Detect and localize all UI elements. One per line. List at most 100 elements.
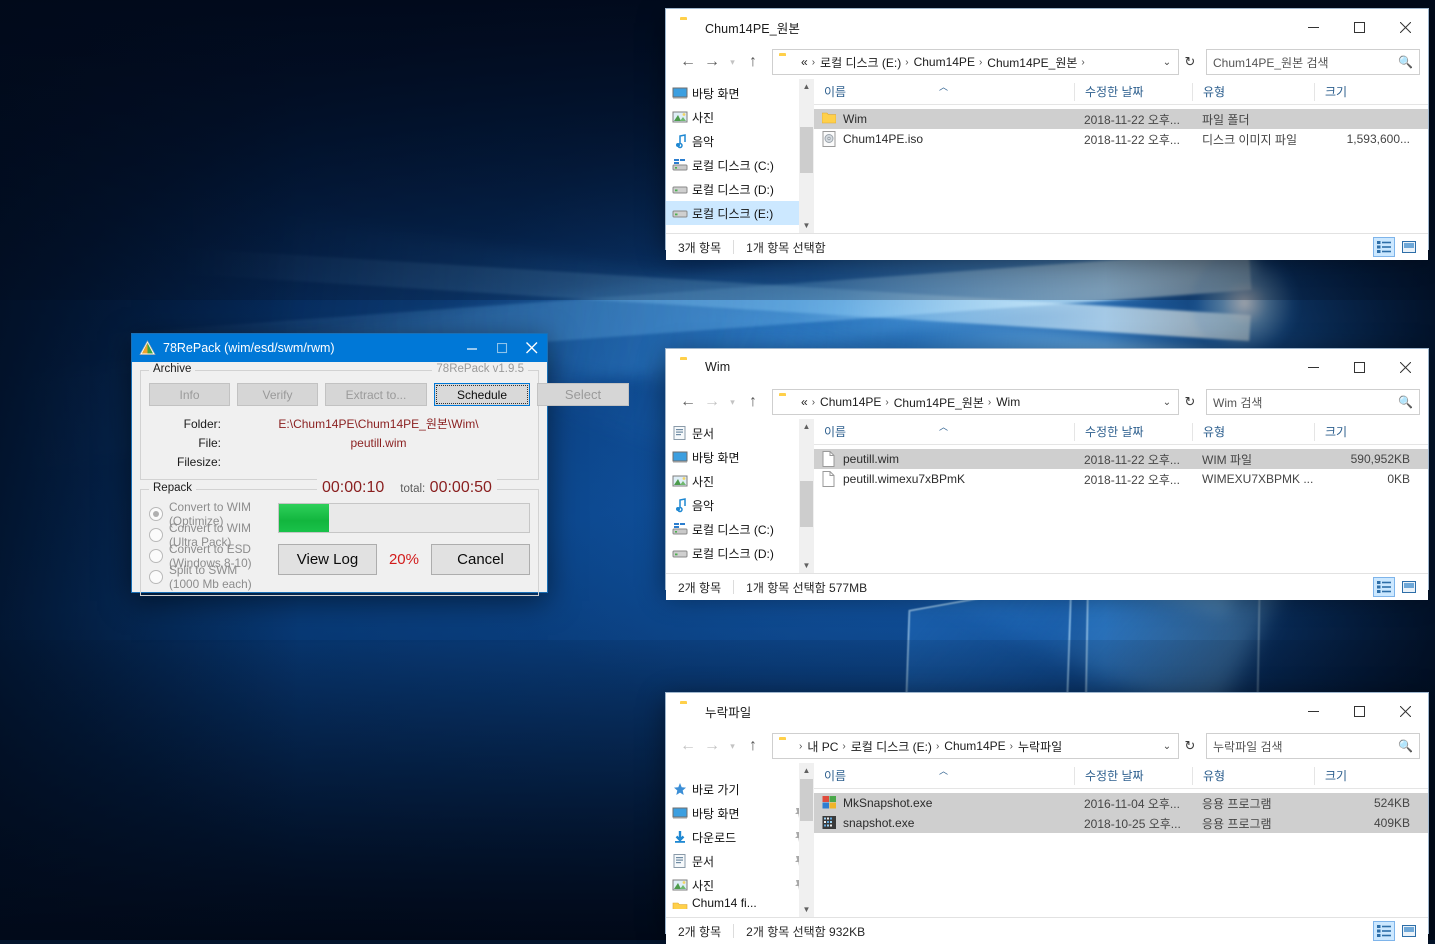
chevron-down-icon[interactable]: ▾ [724, 390, 741, 414]
search-box[interactable]: 누락파일 검색 🔍 [1206, 733, 1420, 759]
scrollbar-thumb[interactable] [800, 481, 813, 527]
search-input[interactable]: Wim 검색 [1213, 394, 1398, 411]
forward-arrow-icon[interactable]: → [700, 50, 724, 74]
navigation-pane[interactable]: 바로 가기 바탕 화면 다운로드 문서 사진 Chum14 fi... ▲ ▼ [666, 763, 814, 917]
sidebar-item-chum14[interactable]: Chum14 fi... [666, 897, 814, 909]
file-list-pane[interactable]: 이름 수정한 날짜 유형 크기 ︿ peutill.wim 2018-11-22… [814, 419, 1428, 573]
column-header-size[interactable]: 크기 [1314, 422, 1424, 441]
sidebar-item-바탕-화면[interactable]: 바탕 화면 [666, 801, 814, 825]
info-button[interactable]: Info [149, 383, 230, 406]
navigation-pane[interactable]: 문서 바탕 화면 사진 음악 로컬 디스크 (C:) 로컬 디스크 (D:) ▲… [666, 419, 814, 573]
sidebar-item-바로-가기[interactable]: 바로 가기 [666, 777, 814, 801]
refresh-icon[interactable]: ↻ [1179, 54, 1201, 70]
radio-indicator[interactable] [149, 569, 163, 584]
minimize-button[interactable] [1290, 693, 1336, 729]
refresh-icon[interactable]: ↻ [1179, 738, 1201, 754]
table-row[interactable]: peutill.wimexu7xBPmK 2018-11-22 오후... WI… [814, 469, 1428, 489]
breadcrumb-item[interactable]: Chum14PE [941, 739, 1008, 753]
refresh-icon[interactable]: ↻ [1179, 394, 1201, 410]
78repack-dialog[interactable]: 78RePack (wim/esd/swm/rwm) Archive 78ReP… [131, 333, 629, 596]
file-list-pane[interactable]: 이름 수정한 날짜 유형 크기 ︿ Wim 2018-11-22 오후... 파… [814, 79, 1428, 233]
scrollbar-thumb[interactable] [800, 127, 813, 173]
scroll-down-icon[interactable]: ▼ [799, 218, 814, 233]
scroll-up-icon[interactable]: ▲ [799, 79, 814, 94]
large-icons-view-icon[interactable] [1398, 577, 1420, 597]
breadcrumb-item[interactable]: 로컬 디스크 (E:) [848, 738, 935, 755]
breadcrumb-item[interactable]: 누락파일 [1015, 738, 1065, 755]
column-header-type[interactable]: 유형 [1192, 422, 1314, 441]
dialog-title-bar[interactable]: 78RePack (wim/esd/swm/rwm) [132, 334, 547, 362]
sidebar-item-음악[interactable]: 음악 [666, 129, 814, 153]
breadcrumb-item[interactable]: Chum14PE [817, 395, 884, 409]
maximize-button[interactable] [1336, 9, 1382, 45]
back-arrow-icon[interactable]: ← [676, 50, 700, 74]
select-button[interactable]: Select [537, 383, 629, 406]
back-arrow-icon[interactable]: ← [676, 390, 700, 414]
sidebar-scrollbar[interactable]: ▲ ▼ [799, 763, 814, 917]
search-icon[interactable]: 🔍 [1398, 395, 1413, 409]
table-row[interactable]: Chum14PE.iso 2018-11-22 오후... 디스크 이미지 파일… [814, 129, 1428, 149]
sidebar-item-바탕-화면[interactable]: 바탕 화면 [666, 445, 814, 469]
scrollbar-thumb[interactable] [800, 779, 813, 821]
explorer-window-누락파일[interactable]: 누락파일 ← → ▾ ↑ › 내 PC › 로컬 디스크 (E:) › Chum… [665, 692, 1429, 944]
sidebar-item-로컬-디스크-c[interactable]: 로컬 디스크 (C:) [666, 517, 814, 541]
back-arrow-icon[interactable]: ← [676, 734, 700, 758]
close-button[interactable] [1382, 693, 1428, 729]
breadcrumb-item[interactable]: 내 PC [804, 738, 841, 755]
address-bar[interactable]: › 내 PC › 로컬 디스크 (E:) › Chum14PE › 누락파일 ⌄ [772, 733, 1179, 759]
extract-to-button[interactable]: Extract to... [325, 383, 427, 406]
table-row[interactable]: snapshot.exe 2018-10-25 오후... 응용 프로그램 40… [814, 813, 1428, 833]
up-arrow-icon[interactable]: ↑ [741, 734, 765, 758]
details-view-icon[interactable] [1373, 237, 1395, 257]
breadcrumb-item[interactable]: Chum14PE [911, 55, 978, 69]
column-header-date[interactable]: 수정한 날짜 [1074, 766, 1192, 785]
sidebar-scrollbar[interactable]: ▲ ▼ [799, 79, 814, 233]
table-row[interactable]: MkSnapshot.exe 2016-11-04 오후... 응용 프로그램 … [814, 793, 1428, 813]
address-bar[interactable]: « › 로컬 디스크 (E:) › Chum14PE › Chum14PE_원본… [772, 49, 1179, 75]
column-header-type[interactable]: 유형 [1192, 82, 1314, 101]
sidebar-item-바탕-화면[interactable]: 바탕 화면 [666, 81, 814, 105]
close-button[interactable] [1382, 9, 1428, 45]
chevron-down-icon[interactable]: ⌄ [1158, 397, 1176, 408]
navigation-bar[interactable]: ← → ▾ ↑ « › 로컬 디스크 (E:) › Chum14PE › Chu… [666, 45, 1428, 79]
navigation-pane[interactable]: 바탕 화면 사진 음악 로컬 디스크 (C:) 로컬 디스크 (D:) 로컬 디… [666, 79, 814, 233]
sidebar-item-사진[interactable]: 사진 [666, 105, 814, 129]
column-headers[interactable]: 이름 수정한 날짜 유형 크기 ︿ [814, 763, 1428, 789]
up-arrow-icon[interactable]: ↑ [741, 390, 765, 414]
sidebar-item-사진[interactable]: 사진 [666, 873, 814, 897]
breadcrumb-item[interactable]: 로컬 디스크 (E:) [817, 54, 904, 71]
table-row[interactable]: peutill.wim 2018-11-22 오후... WIM 파일 590,… [814, 449, 1428, 469]
details-view-icon[interactable] [1373, 577, 1395, 597]
chevron-down-icon[interactable]: ▾ [724, 734, 741, 758]
forward-arrow-icon[interactable]: → [700, 390, 724, 414]
radio-indicator[interactable] [149, 527, 163, 542]
explorer-window-chum14pe-원본[interactable]: Chum14PE_원본 ← → ▾ ↑ « › 로컬 디스크 (E:) › Ch… [665, 8, 1429, 260]
breadcrumb-prefix[interactable]: « [798, 55, 811, 69]
maximize-button[interactable] [1336, 349, 1382, 385]
title-bar[interactable]: Chum14PE_원본 [666, 9, 1428, 45]
column-header-type[interactable]: 유형 [1192, 766, 1314, 785]
breadcrumb-item[interactable]: Wim [993, 395, 1023, 409]
schedule-button[interactable]: Schedule [434, 383, 530, 406]
scroll-up-icon[interactable]: ▲ [799, 419, 814, 434]
sidebar-item-문서[interactable]: 문서 [666, 849, 814, 873]
large-icons-view-icon[interactable] [1398, 237, 1420, 257]
up-arrow-icon[interactable]: ↑ [741, 50, 765, 74]
scroll-down-icon[interactable]: ▼ [799, 902, 814, 917]
chevron-down-icon[interactable]: ▾ [724, 50, 741, 74]
sidebar-item-로컬-디스크-e[interactable]: 로컬 디스크 (E:) [666, 201, 814, 225]
forward-arrow-icon[interactable]: → [700, 734, 724, 758]
sidebar-item-다운로드[interactable]: 다운로드 [666, 825, 814, 849]
minimize-button[interactable] [457, 334, 487, 362]
scroll-up-icon[interactable]: ▲ [799, 763, 814, 778]
column-header-date[interactable]: 수정한 날짜 [1074, 422, 1192, 441]
title-bar[interactable]: 누락파일 [666, 693, 1428, 729]
breadcrumb-prefix[interactable]: « [798, 395, 811, 409]
close-button[interactable] [1382, 349, 1428, 385]
chevron-down-icon[interactable]: ⌄ [1158, 741, 1176, 752]
search-input[interactable]: Chum14PE_원본 검색 [1213, 54, 1398, 71]
sidebar-item-로컬-디스크-d[interactable]: 로컬 디스크 (D:) [666, 541, 814, 565]
sidebar-item-로컬-디스크-c[interactable]: 로컬 디스크 (C:) [666, 153, 814, 177]
table-row[interactable]: Wim 2018-11-22 오후... 파일 폴더 [814, 109, 1428, 129]
search-icon[interactable]: 🔍 [1398, 739, 1413, 753]
